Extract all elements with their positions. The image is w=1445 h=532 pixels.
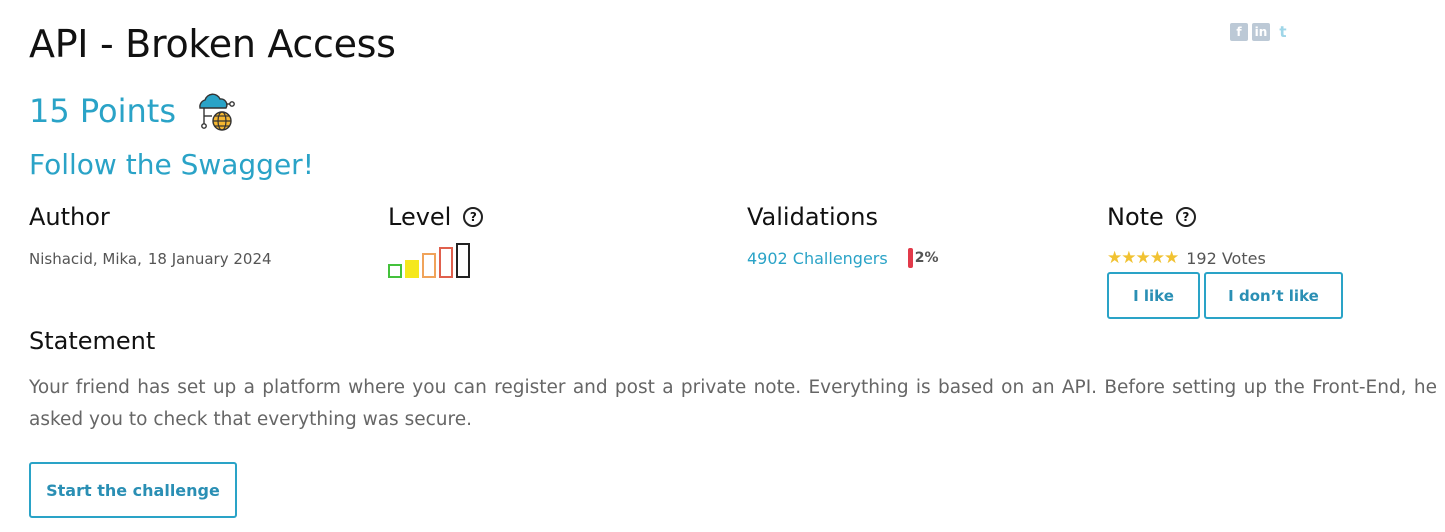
facebook-icon[interactable]: f xyxy=(1230,23,1248,41)
validation-rate-bar xyxy=(907,248,913,268)
note-help-icon[interactable]: ? xyxy=(1175,207,1196,227)
twitter-icon[interactable]: t xyxy=(1274,23,1292,41)
start-challenge-button[interactable]: Start the challenge xyxy=(29,462,237,518)
vote-buttons: I like I don’t like xyxy=(1107,272,1343,319)
validations-heading: Validations xyxy=(747,203,879,231)
statement-text: Your friend has set up a platform where … xyxy=(29,377,1437,430)
points-row: 15 Points xyxy=(29,90,236,132)
level-heading: Level xyxy=(388,203,452,231)
level-header: Level ? xyxy=(388,203,484,231)
statement-heading: Statement xyxy=(29,327,156,355)
level-bar-5 xyxy=(456,243,470,278)
author-info: Nishacid, Mika, 18 January 2024 xyxy=(29,250,272,268)
level-bar-3 xyxy=(422,253,436,278)
dislike-button[interactable]: I don’t like xyxy=(1204,272,1343,319)
social-share-links: f in t xyxy=(1230,23,1292,41)
author-heading: Author xyxy=(29,203,110,231)
author-section: Author Nishacid, Mika, 18 January 2024 xyxy=(29,203,272,268)
publish-date: 18 January 2024 xyxy=(147,250,272,268)
validations-section: Validations 4902 Challengers 2% xyxy=(747,203,939,268)
like-button[interactable]: I like xyxy=(1107,272,1200,319)
linkedin-icon[interactable]: in xyxy=(1252,23,1270,41)
note-header: Note ? xyxy=(1107,203,1343,231)
star-rating-icon: ★★★★★ xyxy=(1107,248,1179,268)
level-bar-1 xyxy=(388,264,402,278)
challenge-title: API - Broken Access xyxy=(29,22,396,66)
author-names: Nishacid, Mika, xyxy=(29,250,142,268)
challenge-subtitle: Follow the Swagger! xyxy=(29,148,314,181)
level-bar-4 xyxy=(439,247,453,278)
challenge-points: 15 Points xyxy=(29,92,177,130)
challengers-link[interactable]: 4902 Challengers xyxy=(747,249,888,268)
cloud-network-globe-icon xyxy=(199,93,235,131)
validation-rate: 2% xyxy=(914,250,939,266)
level-section: Level ? xyxy=(388,203,484,278)
vote-count: 192 Votes xyxy=(1186,248,1266,268)
note-heading: Note xyxy=(1107,203,1164,231)
rating-row: ★★★★★ 192 Votes xyxy=(1107,248,1343,268)
note-section: Note ? ★★★★★ 192 Votes I like I don’t li… xyxy=(1107,203,1343,319)
validations-row: 4902 Challengers 2% xyxy=(747,248,939,268)
difficulty-indicator xyxy=(388,243,483,278)
level-help-icon[interactable]: ? xyxy=(463,207,484,227)
level-bar-2 xyxy=(405,260,419,278)
